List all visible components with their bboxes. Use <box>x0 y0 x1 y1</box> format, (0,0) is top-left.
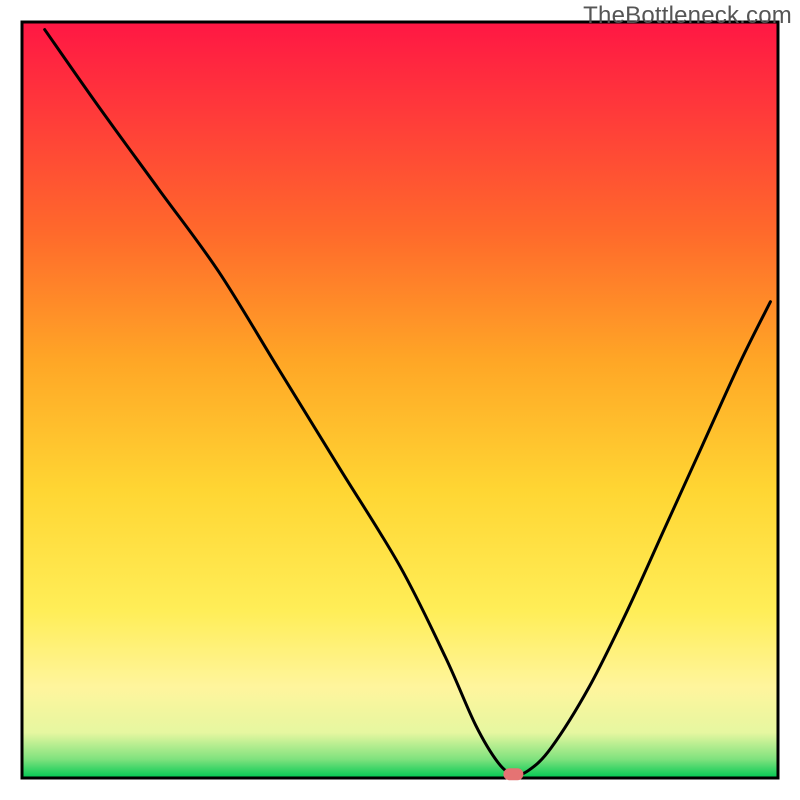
plot-background <box>22 22 778 778</box>
watermark-text: TheBottleneck.com <box>583 2 792 30</box>
highlight-marker <box>503 768 523 780</box>
chart-svg <box>0 0 800 800</box>
chart-container: TheBottleneck.com <box>0 0 800 800</box>
